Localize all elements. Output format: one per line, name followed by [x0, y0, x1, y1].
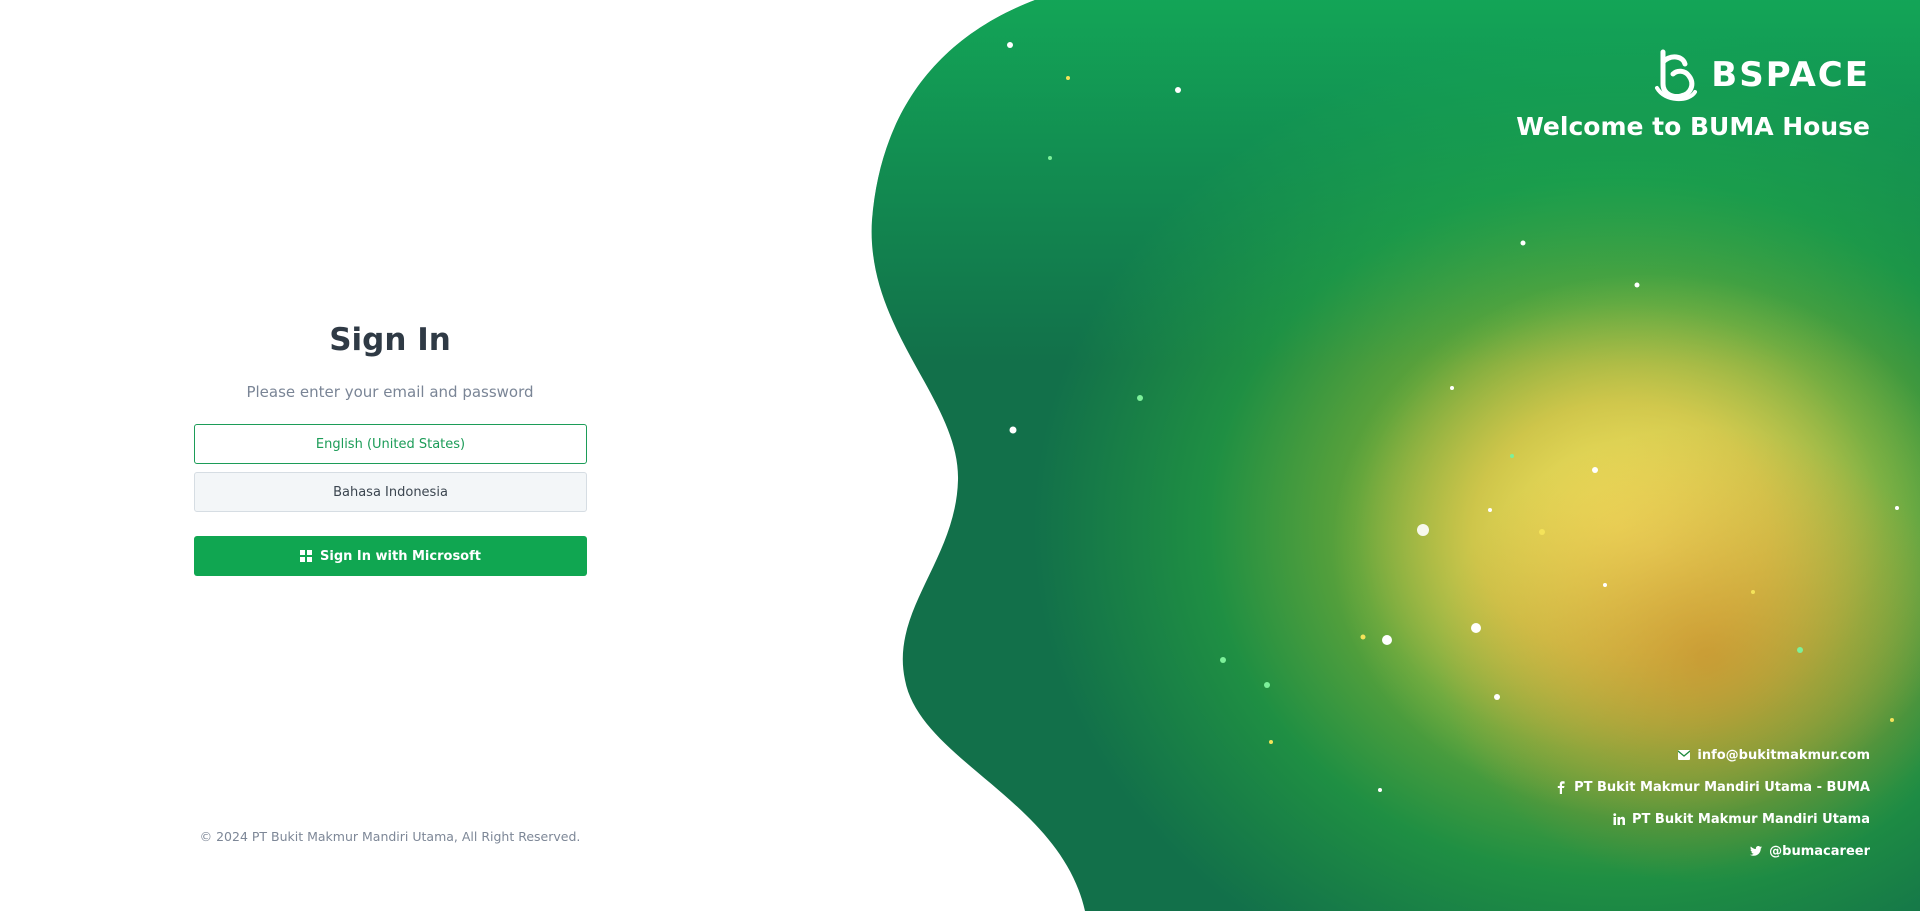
page-title: Sign In [329, 322, 451, 358]
sign-in-panel: Sign In Please enter your email and pass… [0, 0, 780, 911]
language-option-english[interactable]: English (United States) [194, 424, 587, 464]
contact-linkedin[interactable]: PT Bukit Makmur Mandiri Utama [1613, 810, 1870, 828]
contact-linkedin-text: PT Bukit Makmur Mandiri Utama [1632, 811, 1870, 827]
contact-email-text: info@bukitmakmur.com [1697, 747, 1870, 763]
language-option-label: English (United States) [315, 436, 466, 452]
brand-logo: BSPACE [1653, 48, 1870, 102]
welcome-heading: Welcome to BUMA House [1516, 112, 1870, 141]
bspace-logo-icon [1655, 49, 1698, 101]
sign-in-microsoft-button[interactable]: Sign In with Microsoft [194, 536, 587, 576]
contact-email[interactable]: info@bukitmakmur.com [1678, 746, 1870, 764]
facebook-icon [1555, 780, 1567, 794]
language-option-bahasa[interactable]: Bahasa Indonesia [194, 472, 587, 512]
twitter-icon [1750, 845, 1763, 857]
contact-twitter-text: @bumacareer [1769, 843, 1870, 859]
sign-in-microsoft-label: Sign In with Microsoft [320, 548, 481, 564]
signin-subtitle: Please enter your email and password [246, 383, 534, 401]
windows-icon [300, 550, 313, 562]
brand-name: BSPACE [1711, 55, 1870, 95]
contact-facebook-text: PT Bukit Makmur Mandiri Utama - BUMA [1574, 779, 1870, 795]
copyright-text: © 2024 PT Bukit Makmur Mandiri Utama, Al… [199, 829, 581, 844]
contact-list: info@bukitmakmur.com PT Bukit Makmur Man… [1555, 746, 1870, 860]
language-option-label: Bahasa Indonesia [333, 484, 448, 500]
linkedin-icon [1613, 813, 1625, 825]
contact-twitter[interactable]: @bumacareer [1750, 842, 1870, 860]
contact-facebook[interactable]: PT Bukit Makmur Mandiri Utama - BUMA [1555, 778, 1870, 796]
mail-icon [1678, 749, 1691, 761]
